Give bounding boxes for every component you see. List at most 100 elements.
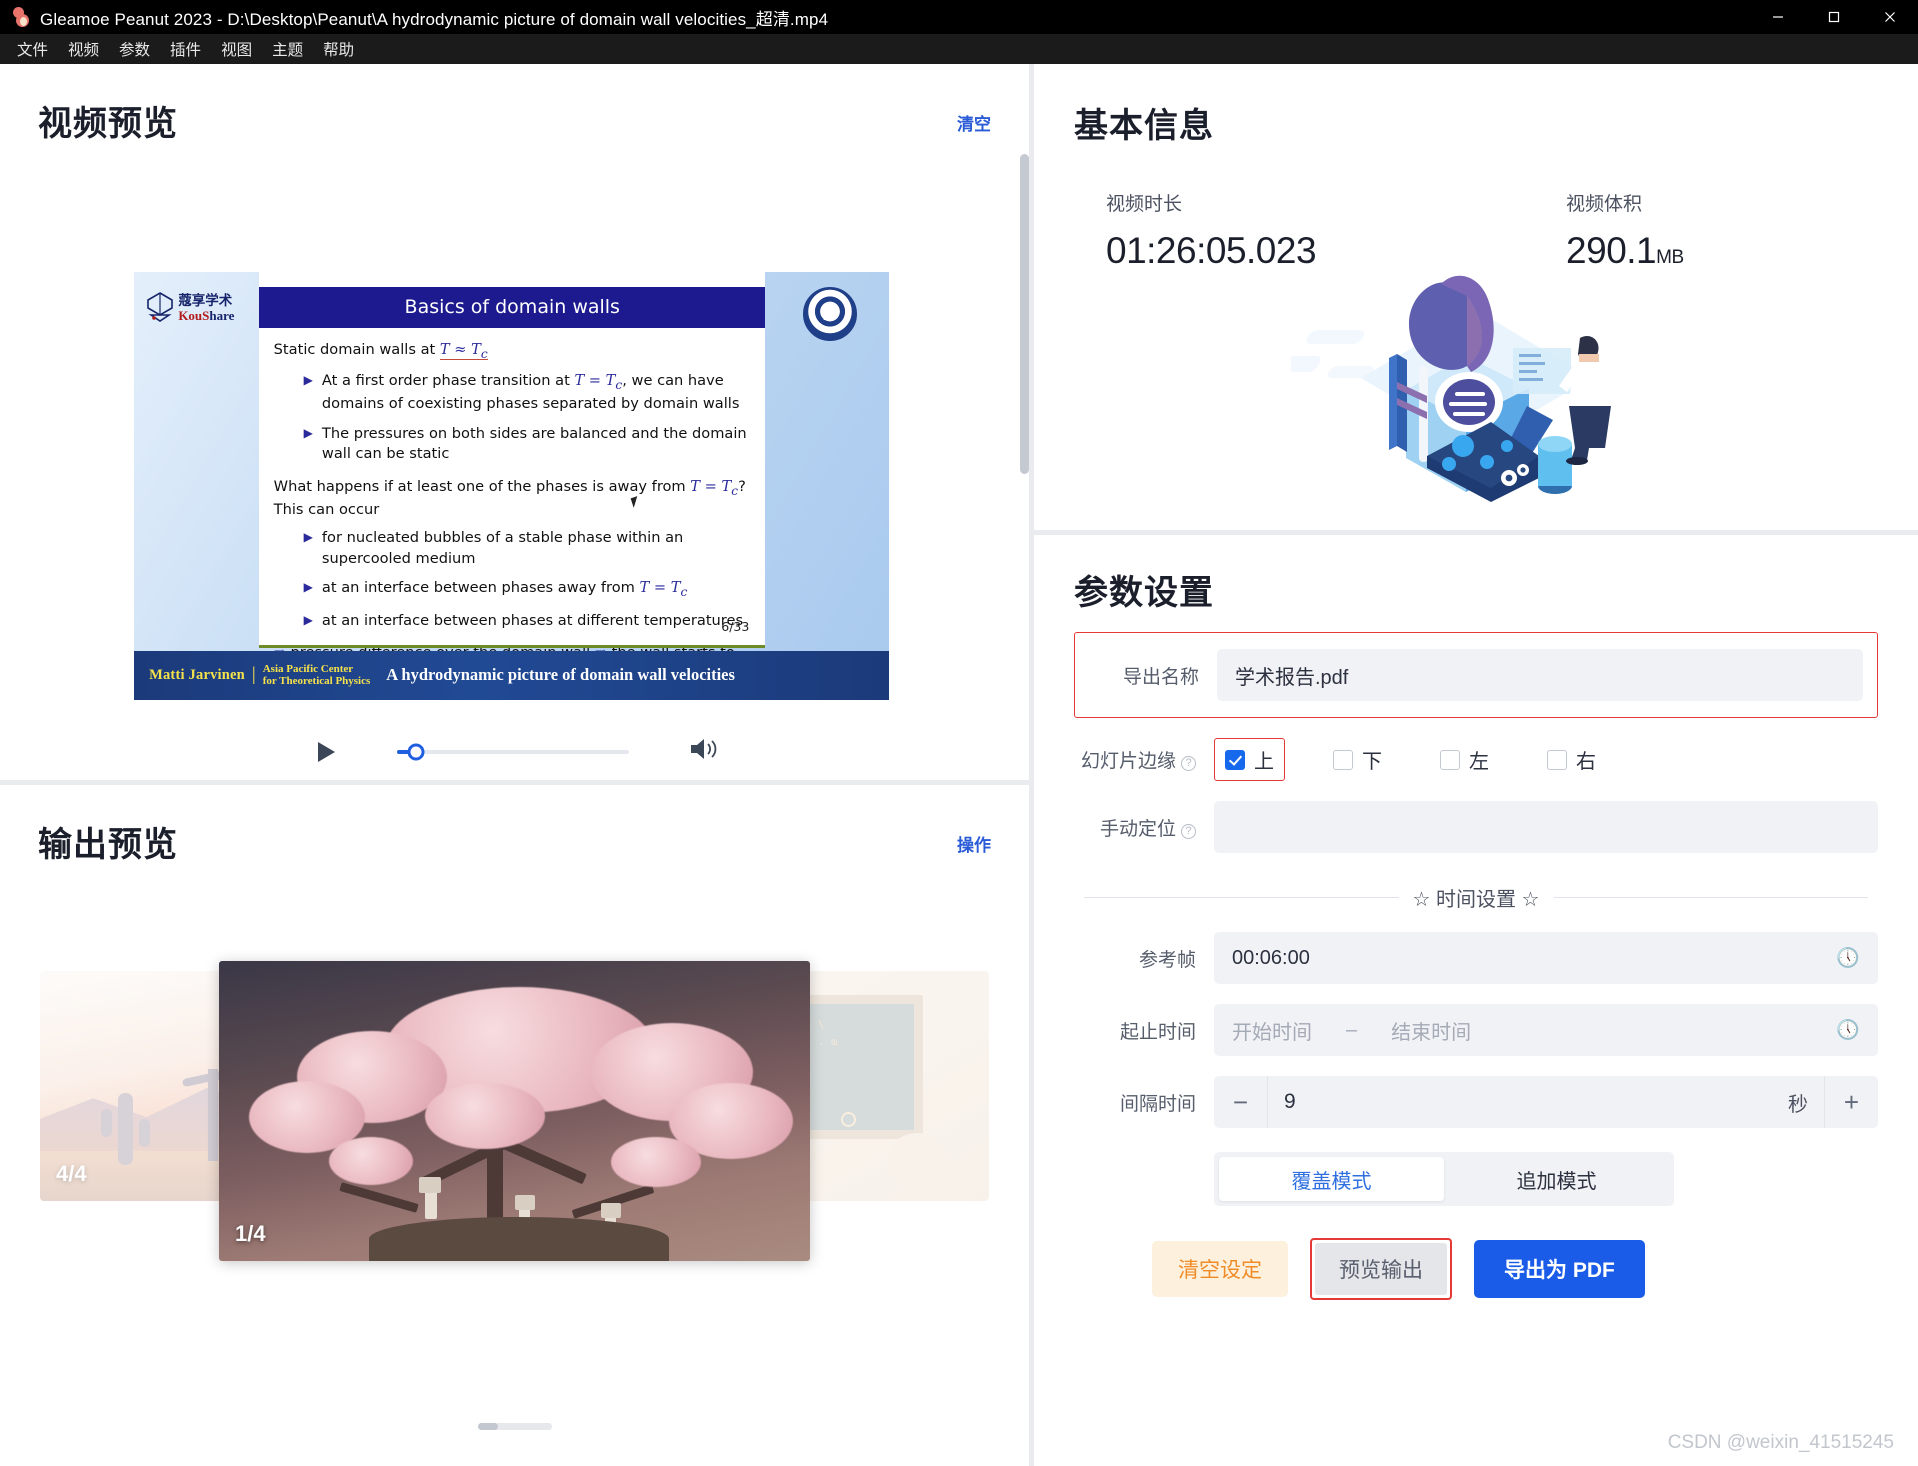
size-value: 290.1MB xyxy=(1566,230,1684,272)
output-carousel[interactable]: 4/4 ᴴĪт . 3 L. . L. 'ALLB \Ա ɥ. 2 ƆADOLL… xyxy=(0,961,1029,1261)
koushare-mark-icon xyxy=(145,291,175,325)
duration-label: 视频时长 xyxy=(1106,189,1316,216)
checkbox-box xyxy=(1225,750,1245,770)
basic-info-title: 基本信息 xyxy=(1074,98,1878,147)
reference-frame-input[interactable]: 00:06:00 🕔 xyxy=(1214,932,1878,984)
time-section-title: ☆ 时间设置 ☆ xyxy=(1413,883,1540,912)
menu-plugins[interactable]: 插件 xyxy=(161,34,210,64)
slide-question-line: What happens if at least one of the phas… xyxy=(274,477,757,521)
volume-icon[interactable] xyxy=(689,736,719,767)
menu-params[interactable]: 参数 xyxy=(110,34,159,64)
menu-help[interactable]: 帮助 xyxy=(314,34,363,64)
range-separator: – xyxy=(1346,1019,1357,1042)
student-head-shape xyxy=(887,1133,949,1187)
slide-footer: Matti Jarvinen | Asia Pacific Center for… xyxy=(134,651,889,700)
slide-bullet: ▶ The pressures on both sides are balanc… xyxy=(304,424,757,465)
checkbox-box xyxy=(1440,750,1460,770)
left-column: 视频预览 清空 Basics of domain walls xyxy=(0,64,1029,1466)
rocket-illustration xyxy=(1291,270,1661,520)
left-column-scrollbar[interactable] xyxy=(1020,154,1029,474)
manual-position-input[interactable] xyxy=(1214,801,1878,853)
edge-label: 上 xyxy=(1254,745,1274,774)
carousel-slide-current[interactable]: 1/4 xyxy=(219,961,810,1261)
edge-checkbox-right[interactable]: 右 xyxy=(1537,739,1606,780)
time-section-divider: ☆ 时间设置 ☆ xyxy=(1074,883,1878,912)
right-column: 基本信息 视频时长 01:26:05.023 视频体积 290.1MB xyxy=(1034,64,1918,1466)
dead-tree-shape xyxy=(208,1069,218,1161)
basic-info-panel: 基本信息 视频时长 01:26:05.023 视频体积 290.1MB xyxy=(1034,64,1918,530)
clear-settings-button[interactable]: 清空设定 xyxy=(1152,1241,1288,1297)
edge-checkbox-bottom[interactable]: 下 xyxy=(1323,739,1392,780)
menu-video[interactable]: 视频 xyxy=(59,34,108,64)
range-start-placeholder: 开始时间 xyxy=(1232,1016,1312,1045)
interval-decrease-button[interactable]: − xyxy=(1214,1076,1268,1128)
help-icon[interactable]: ? xyxy=(1181,756,1196,771)
close-icon[interactable] xyxy=(1862,0,1918,34)
edge-label: 右 xyxy=(1576,745,1596,774)
action-buttons: 清空设定 预览输出 导出为 PDF xyxy=(1152,1238,1878,1300)
menu-theme[interactable]: 主题 xyxy=(263,34,312,64)
watermark-text: CSDN @weixin_41515245 xyxy=(1668,1432,1894,1454)
clock-icon[interactable]: 🕔 xyxy=(1836,1018,1860,1042)
koushare-logo: 蔻享学术 KouShare xyxy=(145,281,258,337)
slide-bullet: ▶for nucleated bubbles of a stable phase… xyxy=(304,528,757,569)
slide-footer-title: A hydrodynamic picture of domain wall ve… xyxy=(386,665,735,685)
carousel-badge: 1/4 xyxy=(235,1221,266,1247)
menu-view[interactable]: 视图 xyxy=(212,34,261,64)
slide-footer-institute: Asia Pacific Center for Theoretical Phys… xyxy=(263,663,371,688)
seek-slider[interactable] xyxy=(397,750,629,754)
params-title: 参数设置 xyxy=(1074,565,1878,614)
video-controls xyxy=(0,736,1029,767)
window-titlebar: Gleamoe Peanut 2023 - D:\Desktop\Peanut\… xyxy=(0,0,1918,34)
mode-segmented-control: 覆盖模式 追加模式 xyxy=(1214,1152,1674,1206)
interval-label: 间隔时间 xyxy=(1074,1089,1214,1116)
time-range-input[interactable]: 开始时间 – 结束时间 🕔 xyxy=(1214,1004,1878,1056)
clock-icon[interactable]: 🕔 xyxy=(1836,946,1860,970)
preview-output-highlight: 预览输出 xyxy=(1310,1238,1452,1300)
slide-footer-author: Matti Jarvinen xyxy=(149,667,245,684)
mode-overwrite-tab[interactable]: 覆盖模式 xyxy=(1219,1157,1444,1201)
carousel-scroll-thumb[interactable] xyxy=(478,1423,498,1430)
slide-rule xyxy=(259,645,765,648)
app-body: 视频预览 清空 Basics of domain walls xyxy=(0,64,1918,1466)
params-panel: 参数设置 导出名称 学术报告.pdf 幻灯片边缘? 上 xyxy=(1034,535,1918,1466)
export-pdf-button[interactable]: 导出为 PDF xyxy=(1474,1240,1645,1298)
video-preview-header: 视频预览 清空 xyxy=(30,64,999,145)
slide-content: Static domain walls at T ≈ Tc ▶ At a fir… xyxy=(274,340,757,631)
menu-file[interactable]: 文件 xyxy=(8,34,57,64)
size-label: 视频体积 xyxy=(1566,189,1684,216)
slide-title: Basics of domain walls xyxy=(259,287,765,328)
play-icon[interactable] xyxy=(318,742,335,762)
operation-link[interactable]: 操作 xyxy=(957,817,991,856)
size-stat: 视频体积 290.1MB xyxy=(1566,189,1684,272)
edge-checkbox-top[interactable]: 上 xyxy=(1214,738,1285,781)
slide-bullet: ▶at an interface between phases away fro… xyxy=(304,578,757,601)
carousel-scroll-track[interactable] xyxy=(478,1423,552,1430)
export-name-input[interactable]: 学术报告.pdf xyxy=(1217,649,1863,701)
checkbox-box xyxy=(1547,750,1567,770)
video-preview-panel: 视频预览 清空 Basics of domain walls xyxy=(0,64,1029,780)
minimize-icon[interactable] xyxy=(1750,0,1806,34)
window-controls xyxy=(1750,0,1918,34)
mode-append-tab[interactable]: 追加模式 xyxy=(1444,1157,1669,1201)
interval-value[interactable]: 9 xyxy=(1268,1090,1788,1114)
interval-row: 间隔时间 − 9 秒 + xyxy=(1074,1076,1878,1128)
video-frame[interactable]: Basics of domain walls 蔻享学术 KouShare xyxy=(134,272,889,700)
koushare-brand-cn: 蔻享学术 xyxy=(178,294,234,309)
maximize-icon[interactable] xyxy=(1806,0,1862,34)
slide-edge-checkbox-group: 上 下 左 右 xyxy=(1214,738,1878,781)
preview-output-button[interactable]: 预览输出 xyxy=(1315,1243,1447,1295)
help-icon[interactable]: ? xyxy=(1181,824,1196,839)
slide-footer-separator: | xyxy=(252,664,256,686)
slide-edge-row: 幻灯片边缘? 上 下 左 xyxy=(1074,738,1878,781)
clear-link[interactable]: 清空 xyxy=(957,96,991,135)
university-seal-icon xyxy=(803,287,857,341)
edge-checkbox-left[interactable]: 左 xyxy=(1430,739,1499,780)
seek-handle[interactable] xyxy=(407,743,424,760)
output-preview-panel: 输出预览 操作 4/4 ᴴĪт . 3 L. . L. 'ALLB \Ա ɥ. … xyxy=(0,785,1029,1466)
interval-increase-button[interactable]: + xyxy=(1824,1076,1878,1128)
basic-info-stats: 视频时长 01:26:05.023 视频体积 290.1MB xyxy=(1074,189,1878,272)
slide-page-number: 6/33 xyxy=(721,619,749,634)
carousel-scrollbar[interactable] xyxy=(0,1423,1029,1430)
app-logo-icon xyxy=(10,6,32,28)
